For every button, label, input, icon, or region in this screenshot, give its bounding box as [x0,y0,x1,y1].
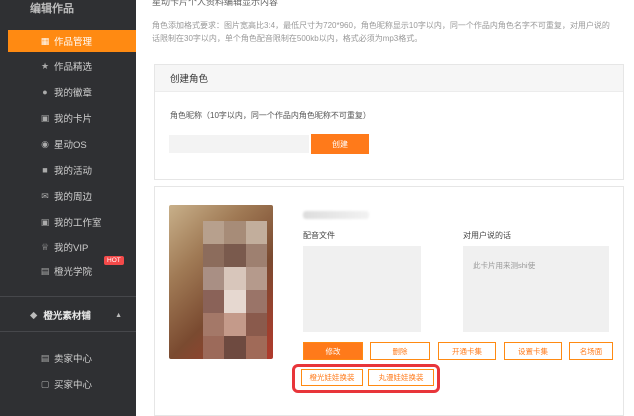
say-label: 对用户说的话 [463,231,511,240]
sidebar-divider [0,296,136,297]
sidebar-item-activity[interactable]: ■ 我的活动 [8,159,136,181]
sidebar-item-label: 我的周边 [54,192,93,203]
sidebar-item-label: 作品管理 [54,37,93,48]
sidebar-item-label: 我的卡片 [54,114,93,125]
sidebar-item-label: 我的工作室 [54,218,102,229]
sidebar-header: 编辑作品 [0,0,136,26]
sidebar-section-materials[interactable]: ◆ 橙光素材铺 ▲ [0,303,136,327]
sidebar-item-label: 作品精选 [54,62,93,73]
activity-icon: ■ [42,165,48,175]
dub-file-label: 配音文件 [303,231,335,240]
os-icon: ◉ [41,138,49,149]
sidebar-item-works[interactable]: ▦ 作品管理 [8,30,136,52]
role-name-input[interactable] [169,135,309,153]
say-text-box[interactable]: 此卡片用来测shi使 [463,246,609,332]
sidebar-item-os[interactable]: ◉ 星动OS [8,133,136,155]
sidebar-item-cards[interactable]: ▣ 我的卡片 [8,107,136,129]
sidebar-item-buyer[interactable]: ▢ 买家中心 [8,373,136,395]
set-cardset-button[interactable]: 设置卡集 [504,342,562,360]
seller-icon: ▤ [40,352,50,363]
mail-icon: ✉ [41,190,49,201]
open-cardset-button[interactable]: 开通卡集 [438,342,496,360]
sidebar-item-merch[interactable]: ✉ 我的周边 [8,185,136,207]
sidebar: 编辑作品 ▦ 作品管理 ★ 作品精选 ● 我的徽章 ▣ 我的卡片 ◉ 星动OS … [0,0,136,416]
school-icon: ▤ [40,265,50,276]
sidebar-divider [0,331,136,332]
create-button[interactable]: 创建 [311,134,369,154]
sidebar-item-label: 星动OS [54,140,87,151]
role-name-blurred [303,211,369,219]
sidebar-item-studio[interactable]: ▣ 我的工作室 [8,211,136,233]
delete-button[interactable]: 删除 [370,342,430,360]
crown-icon: ♕ [40,241,50,252]
sidebar-item-seller[interactable]: ▤ 卖家中心 [8,347,136,369]
sidebar-item-label: 我的活动 [54,166,93,177]
sidebar-header-label: 编辑作品 [30,3,74,15]
sidebar-section-title: 橙光素材铺 [43,311,91,322]
hot-badge: HOT [104,256,124,265]
sidebar-item-vip[interactable]: ♕ 我的VIP [8,236,136,258]
badge-icon: ● [42,87,48,97]
diamond-icon: ◆ [30,309,38,321]
grid-icon: ▦ [40,35,50,46]
highlight-annotation [292,364,440,393]
sidebar-item-label: 买家中心 [54,380,93,391]
caret-up-icon: ▲ [115,311,122,319]
say-text: 此卡片用来测shi使 [473,261,536,270]
sidebar-item-label: 我的VIP [54,243,89,254]
sidebar-item-label: 橙光学院 [54,267,93,278]
sidebar-item-label: 卖家中心 [54,354,93,365]
page-title: 星动卡片个人资料编辑显示内容 [152,0,279,7]
role-name-label: 角色昵称（10字以内，同一个作品内角色昵称不可重复） [170,111,371,120]
sidebar-item-school[interactable]: ▤ 橙光学院 HOT [8,256,136,282]
edit-button[interactable]: 修改 [303,342,363,360]
main-content: 星动卡片个人资料编辑显示内容 角色添加格式要求：图片宽高比3:4，最低尺寸为72… [136,0,634,416]
star-icon: ★ [40,60,50,71]
requirements-text: 角色添加格式要求：图片宽高比3:4，最低尺寸为720*960，角色昵称显示10字… [152,21,610,43]
create-role-title: 创建角色 [155,65,623,92]
sidebar-item-featured[interactable]: ★ 作品精选 [8,55,136,77]
dub-file-box[interactable] [303,246,421,332]
card-icon: ▣ [40,112,50,123]
sidebar-item-label: 我的徽章 [54,88,93,99]
pixelated-face [203,221,267,359]
sidebar-item-badges[interactable]: ● 我的徽章 [8,81,136,103]
role-image [169,205,273,359]
studio-icon: ▣ [40,216,50,227]
buyer-icon: ▢ [40,378,50,389]
famous-scene-button[interactable]: 名场面 [569,342,613,360]
create-role-card: 创建角色 角色昵称（10字以内，同一个作品内角色昵称不可重复） 创建 [154,64,624,180]
